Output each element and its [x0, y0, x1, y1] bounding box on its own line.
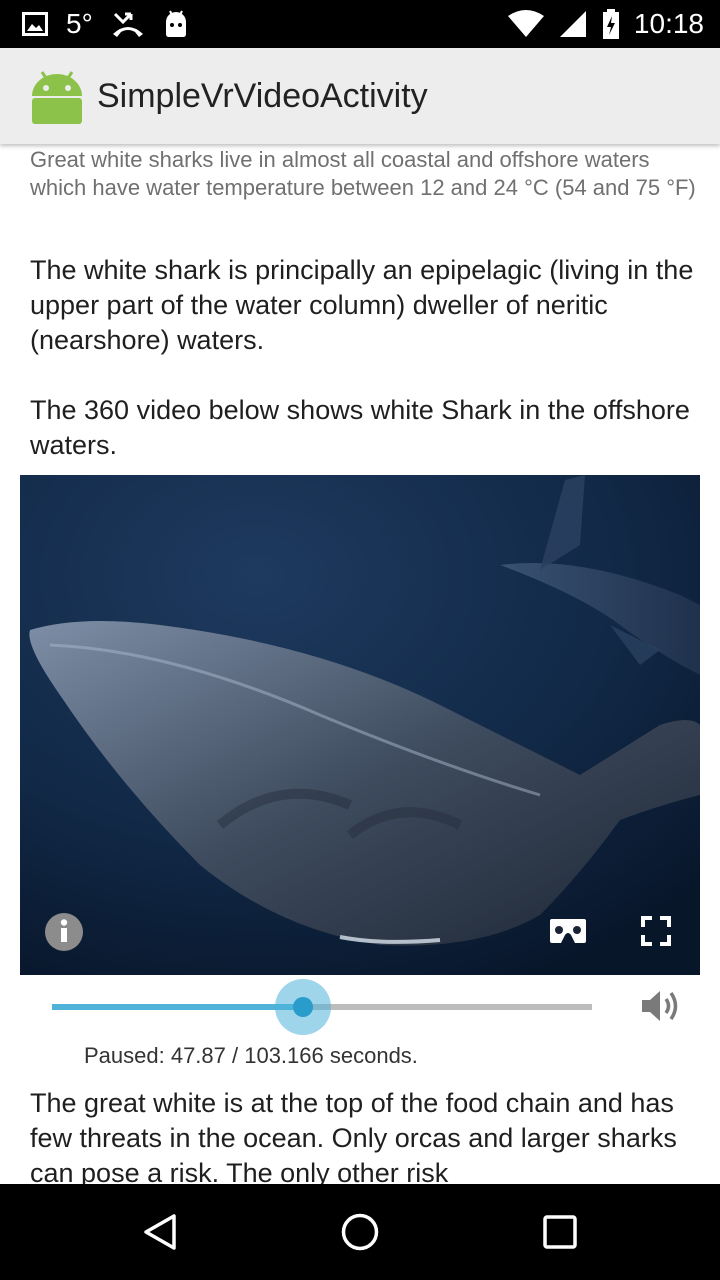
paragraph-video-intro: The 360 video below shows white Shark in…	[30, 395, 690, 460]
back-icon[interactable]	[136, 1208, 184, 1256]
android-logo-icon	[30, 70, 84, 124]
vr-video-view[interactable]	[20, 475, 700, 975]
scroll-content[interactable]: Great white sharks live in almost all co…	[0, 144, 720, 1184]
paragraph-epipelagic: The white shark is principally an epipel…	[30, 255, 694, 355]
info-icon[interactable]	[44, 912, 84, 952]
fullscreen-icon[interactable]	[638, 915, 674, 947]
video-frame-image	[20, 475, 700, 975]
recents-icon[interactable]	[536, 1208, 584, 1256]
missed-call-icon	[111, 10, 145, 38]
seek-bar[interactable]	[52, 979, 592, 1035]
battery-icon	[602, 9, 620, 39]
clock-text: 10:18	[633, 8, 704, 39]
image-icon	[22, 12, 48, 36]
paragraph-food-chain: The great white is at the top of the foo…	[30, 1088, 677, 1184]
status-bar: 5° 10:18	[0, 0, 720, 48]
wifi-icon	[507, 10, 544, 38]
seek-progress	[52, 1004, 303, 1010]
app-bar: SimpleVrVideoActivity	[0, 48, 720, 144]
home-icon[interactable]	[336, 1208, 384, 1256]
intro-paragraph: Great white sharks live in almost all co…	[30, 147, 696, 200]
playback-status-text: Paused: 47.87 / 103.166 seconds.	[84, 1043, 418, 1068]
temperature-text: 5°	[66, 8, 93, 39]
android-icon	[163, 10, 189, 38]
app-title: SimpleVrVideoActivity	[97, 77, 428, 115]
cell-signal-icon	[558, 9, 588, 39]
vr-cardboard-icon[interactable]	[548, 915, 588, 947]
volume-icon[interactable]	[640, 986, 684, 1026]
seek-thumb[interactable]	[292, 997, 313, 1017]
navigation-bar	[0, 1184, 720, 1280]
